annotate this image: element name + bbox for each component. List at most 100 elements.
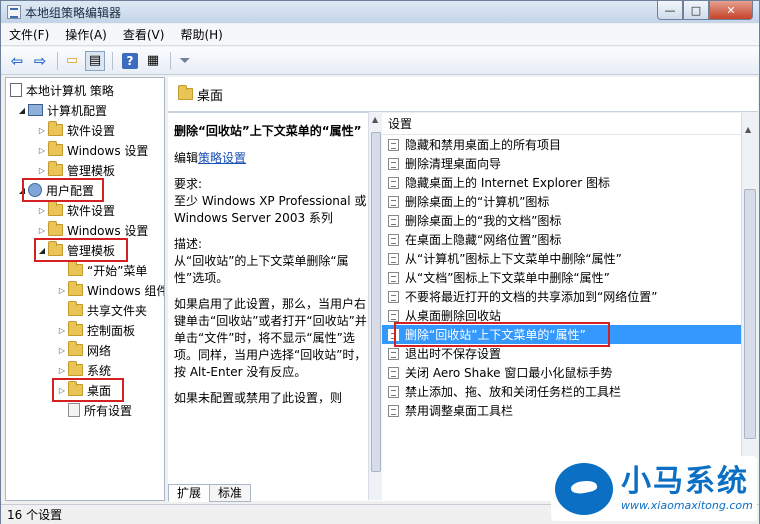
folder-icon — [48, 121, 63, 136]
scroll-up-icon[interactable]: ▲ — [745, 125, 751, 134]
tree-item-user-windows-settings[interactable]: ▷ Windows 设置 — [36, 220, 148, 240]
collapsed-arrow-icon[interactable]: ▷ — [36, 126, 48, 135]
list-item[interactable]: 在桌面上隐藏“网络位置”图标 — [382, 230, 758, 249]
list-item[interactable]: 禁用调整桌面工具栏 — [382, 401, 758, 420]
list-item-label: 禁止添加、拖、放和关闭任务栏的工具栏 — [405, 385, 622, 399]
header-strip: 桌面 — [168, 77, 758, 113]
list-item-label: 不要将最近打开的文档的共享添加到“网络位置” — [405, 290, 658, 304]
highlight-box — [34, 238, 128, 262]
column-header-setting[interactable]: 设置 — [382, 113, 758, 135]
tree-item-network[interactable]: ▷ 网络 — [56, 340, 111, 360]
tree-item-label: 管理模板 — [67, 163, 116, 178]
tree-item-all-settings[interactable]: 所有设置 — [56, 400, 132, 420]
policy-setting-icon — [388, 309, 399, 322]
expanded-arrow-icon[interactable]: ◢ — [16, 106, 28, 115]
description-text: 从“回收站”的上下文菜单删除“属性”选项。 — [174, 254, 349, 285]
tree-item-windows-settings[interactable]: ▷ Windows 设置 — [36, 140, 148, 160]
requirements-text: 至少 Windows XP Professional 或 Windows Ser… — [174, 194, 367, 225]
tree-item-label: 共享文件夹 — [87, 303, 148, 318]
tree-item-label: Windows 设置 — [67, 223, 149, 238]
tree-item-local-policy[interactable]: 本地计算机 策略 — [10, 80, 114, 100]
filter-icon[interactable]: ⏷ — [175, 51, 195, 71]
show-hide-tree-icon[interactable]: ▤ — [85, 50, 105, 71]
tree-item-system[interactable]: ▷ 系统 — [56, 360, 111, 380]
title-bar[interactable]: 本地组策略编辑器 — □ ✕ — [1, 1, 759, 23]
help-icon[interactable]: ? — [122, 52, 138, 69]
scroll-up-icon[interactable]: ▲ — [372, 115, 378, 124]
collapsed-arrow-icon[interactable]: ▷ — [56, 326, 68, 335]
policy-setting-icon — [388, 195, 399, 208]
scroll-thumb[interactable] — [744, 189, 756, 439]
pane-header: 桌面 — [168, 77, 758, 112]
scroll-thumb[interactable] — [371, 132, 381, 472]
back-arrow-icon[interactable]: ⇦ — [7, 51, 27, 71]
menu-action[interactable]: 操作(A) — [57, 25, 115, 45]
policy-icon — [10, 83, 22, 97]
policy-setting-icon — [388, 271, 399, 284]
tree-item-shared-folders[interactable]: 共享文件夹 — [56, 300, 147, 320]
list-item-label: 删除桌面上的“计算机”图标 — [405, 195, 550, 209]
tree-item-label: “开始”菜单 — [87, 263, 148, 278]
collapsed-arrow-icon[interactable]: ▷ — [36, 226, 48, 235]
list-item[interactable]: 从“文档”图标上下文菜单中删除“属性” — [382, 268, 758, 287]
collapsed-arrow-icon[interactable]: ▷ — [56, 366, 68, 375]
toolbar-separator — [112, 51, 113, 70]
minimize-button[interactable]: — — [657, 1, 683, 20]
collapsed-arrow-icon[interactable]: ▷ — [36, 146, 48, 155]
list-item[interactable]: 隐藏和禁用桌面上的所有项目 — [382, 135, 758, 154]
forward-arrow-icon[interactable]: ⇨ — [30, 51, 50, 71]
list-item-label: 禁用调整桌面工具栏 — [405, 404, 514, 418]
description-scrollbar[interactable]: ▲ — [368, 112, 382, 500]
up-folder-icon[interactable]: ▭ — [62, 51, 82, 71]
menu-help[interactable]: 帮助(H) — [172, 25, 230, 45]
tree-item-computer-config[interactable]: ◢ 计算机配置 — [16, 100, 107, 120]
view-tabs: 扩展 标准 — [168, 482, 548, 502]
tree-item-control-panel[interactable]: ▷ 控制面板 — [56, 320, 135, 340]
status-text: 16 个设置 — [7, 508, 63, 522]
collapsed-arrow-icon[interactable]: ▷ — [36, 166, 48, 175]
list-item[interactable]: 删除清理桌面向导 — [382, 154, 758, 173]
list-item[interactable]: 禁止添加、拖、放和关闭任务栏的工具栏 — [382, 382, 758, 401]
policy-editor-window: 本地组策略编辑器 — □ ✕ 文件(F) 操作(A) 查看(V) 帮助(H) ⇦… — [0, 0, 760, 524]
list-item-selected[interactable]: 删除“回收站”上下文菜单的“属性” — [382, 322, 758, 347]
list-item[interactable]: 删除桌面上的“我的文档”图标 — [382, 211, 758, 230]
policy-setting-icon — [388, 138, 399, 151]
menu-view[interactable]: 查看(V) — [115, 25, 173, 45]
horse-logo-icon — [555, 462, 613, 515]
export-list-icon[interactable]: ▦ — [143, 51, 163, 71]
highlight-box — [22, 178, 104, 202]
list-item[interactable]: 关闭 Aero Shake 窗口最小化鼠标手势 — [382, 363, 758, 382]
highlight-box — [52, 378, 124, 402]
tree-item-start-menu[interactable]: “开始”菜单 — [56, 260, 147, 280]
tree-item-label: 控制面板 — [87, 323, 136, 338]
highlight-box — [394, 322, 610, 347]
folder-icon — [68, 321, 83, 336]
list-item[interactable]: 隐藏桌面上的 Internet Explorer 图标 — [382, 173, 758, 192]
list-item[interactable]: 不要将最近打开的文档的共享添加到“网络位置” — [382, 287, 758, 306]
tree-item-windows-components[interactable]: ▷ Windows 组件 — [56, 280, 165, 300]
list-item-label: 隐藏和禁用桌面上的所有项目 — [405, 138, 562, 152]
tree-item-software-settings[interactable]: ▷ 软件设置 — [36, 120, 115, 140]
tree-item-label: Windows 设置 — [67, 143, 149, 158]
close-button[interactable]: ✕ — [709, 1, 753, 20]
list-scrollbar[interactable]: ▲ — [741, 113, 758, 501]
watermark-text: 小马系统 www.xiaomaxitong.com — [621, 465, 753, 513]
watermark: 小马系统 www.xiaomaxitong.com — [551, 456, 757, 521]
list-item-label: 隐藏桌面上的 Internet Explorer 图标 — [405, 176, 611, 190]
description-body: 删除“回收站”上下文菜单的“属性” 编辑策略设置 要求: 至少 Windows … — [174, 122, 374, 416]
collapsed-arrow-icon[interactable]: ▷ — [36, 206, 48, 215]
tab-standard[interactable]: 标准 — [209, 484, 252, 502]
tab-extended[interactable]: 扩展 — [168, 484, 211, 502]
folder-icon — [68, 301, 83, 316]
tree-item-label: Windows 组件 — [87, 283, 165, 298]
folder-icon — [68, 341, 83, 356]
tree-item-user-software-settings[interactable]: ▷ 软件设置 — [36, 200, 115, 220]
list-item[interactable]: 删除桌面上的“计算机”图标 — [382, 192, 758, 211]
list-item[interactable]: 从“计算机”图标上下文菜单中删除“属性” — [382, 249, 758, 268]
edit-policy-link[interactable]: 策略设置 — [198, 151, 246, 165]
maximize-button[interactable]: □ — [683, 1, 709, 20]
tree-item-admin-templates[interactable]: ▷ 管理模板 — [36, 160, 115, 180]
collapsed-arrow-icon[interactable]: ▷ — [56, 346, 68, 355]
menu-file[interactable]: 文件(F) — [1, 25, 57, 45]
collapsed-arrow-icon[interactable]: ▷ — [56, 286, 68, 295]
